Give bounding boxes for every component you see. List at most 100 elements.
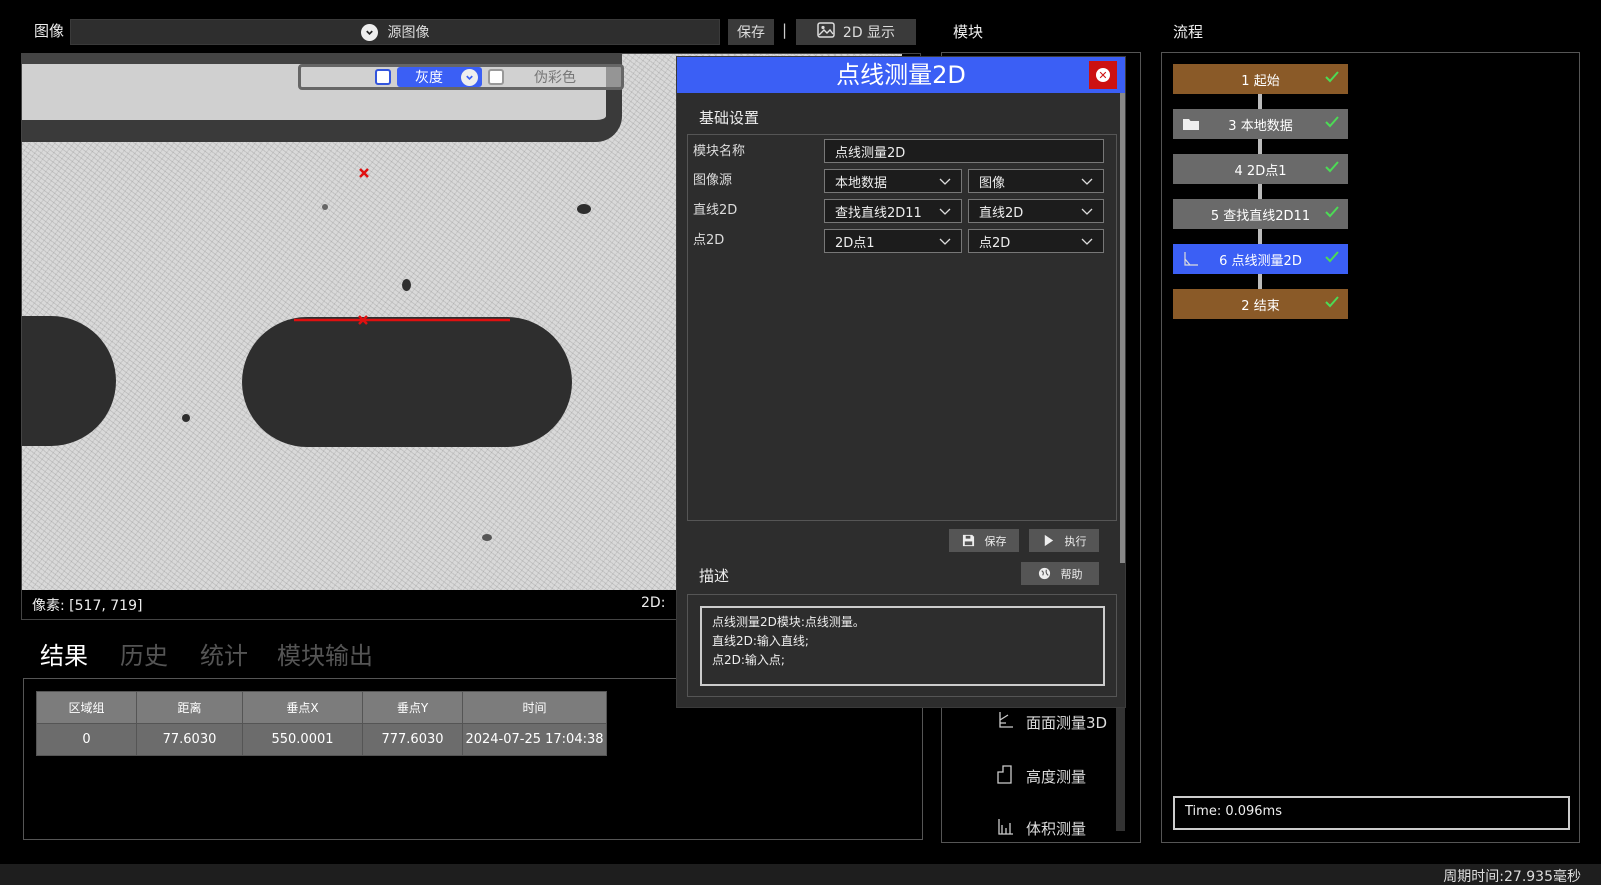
- pseudo-color-checkbox[interactable]: [488, 69, 504, 85]
- gray-mode-select[interactable]: 灰度: [397, 67, 482, 87]
- line-2d-label: 直线2D: [693, 203, 738, 218]
- chevron-down-icon: [1081, 208, 1093, 215]
- module-item-height-measure[interactable]: 高度测量: [994, 763, 1086, 789]
- module-item-label: 高度测量: [1026, 767, 1087, 786]
- chevron-down-icon: [1081, 178, 1093, 185]
- play-icon: [1044, 534, 1053, 547]
- module-panel-title: 模块: [953, 23, 984, 41]
- flow-connector: [1258, 94, 1262, 110]
- dialog-title[interactable]: 点线测量2D: [677, 57, 1125, 93]
- gray-checkbox[interactable]: [375, 69, 391, 85]
- image-source-value: 源图像: [387, 25, 430, 41]
- point-2d-module-select[interactable]: 2D点1: [824, 229, 962, 253]
- table-row[interactable]: 0 77.6030 550.0001 777.6030 2024-07-25 1…: [36, 723, 607, 756]
- column-header: 距离: [136, 691, 243, 724]
- check-icon: [1325, 251, 1339, 263]
- tab-results[interactable]: 结果: [40, 636, 88, 671]
- flow-node-point-line-measure[interactable]: 6 点线测量2D: [1173, 244, 1348, 274]
- gray-mode-label: 灰度: [415, 70, 443, 86]
- select-value: 点2D: [979, 235, 1011, 251]
- save-image-button[interactable]: 保存: [728, 19, 774, 45]
- status-bar: [0, 864, 1601, 885]
- flow-time-readout: Time: 0.096ms: [1173, 796, 1570, 830]
- help-label: 帮助: [1060, 567, 1083, 581]
- tab-history[interactable]: 历史: [120, 636, 168, 671]
- chevron-down-icon: [939, 238, 951, 245]
- chevron-down-icon: [461, 68, 478, 86]
- flow-connector: [1258, 139, 1262, 155]
- flow-node-label: 1 起始: [1241, 73, 1280, 89]
- module-item-label: 体积测量: [1026, 819, 1087, 838]
- module-name-input[interactable]: 点线测量2D: [824, 139, 1104, 163]
- line-2d-module-select[interactable]: 查找直线2D11: [824, 199, 962, 223]
- description-text: 点线测量2D模块:点线测量。 直线2D:输入直线; 点2D:输入点;: [700, 606, 1105, 686]
- module-item-volume-measure[interactable]: 体积测量: [994, 815, 1086, 841]
- table-cell: 777.6030: [362, 723, 463, 756]
- select-value: 图像: [979, 175, 1006, 191]
- dialog-save-label: 保存: [984, 534, 1007, 548]
- select-value: 查找直线2D11: [835, 205, 922, 221]
- flow-panel-title: 流程: [1173, 23, 1204, 41]
- display-mode-button[interactable]: 2D 显示: [796, 19, 916, 45]
- select-value: 2D点1: [835, 235, 875, 251]
- module-name-label: 模块名称: [693, 144, 746, 159]
- check-icon: [1325, 161, 1339, 173]
- flow-node-local-data[interactable]: 3 本地数据: [1173, 109, 1348, 139]
- flow-node-find-line[interactable]: 5 查找直线2D11: [1173, 199, 1348, 229]
- image-source-select[interactable]: 源图像: [70, 19, 720, 45]
- description-line: 直线2D:输入直线;: [712, 634, 809, 648]
- table-cell: 550.0001: [242, 723, 363, 756]
- chevron-down-icon: [360, 23, 378, 41]
- coordinate-readout: 2D:: [641, 595, 666, 611]
- description-line: 点线测量2D模块:点线测量。: [712, 615, 865, 629]
- line-2d-output-select[interactable]: 直线2D: [968, 199, 1104, 223]
- chevron-down-icon: [939, 208, 951, 215]
- pseudo-color-label: 伪彩色: [534, 70, 576, 86]
- view-toolbar: 灰度 伪彩色: [298, 64, 624, 90]
- volume-measure-icon: [994, 815, 1016, 841]
- basic-settings-heading: 基础设置: [699, 109, 760, 127]
- module-item-plane-measure-3d[interactable]: 面面测量3D: [994, 709, 1107, 735]
- image-source-module-select[interactable]: 本地数据: [824, 169, 962, 193]
- flow-connector: [1258, 184, 1262, 200]
- help-button[interactable]: 帮助: [1021, 562, 1099, 585]
- save-icon: [962, 534, 974, 547]
- check-icon: [1325, 206, 1339, 218]
- table-cell: 2024-07-25 17:04:38: [462, 723, 607, 756]
- flow-node-point-2d[interactable]: 4 2D点1: [1173, 154, 1348, 184]
- check-icon: [1325, 296, 1339, 308]
- column-header: 垂点Y: [362, 691, 463, 724]
- dialog-scrollbar[interactable]: [1120, 93, 1125, 563]
- tab-statistics[interactable]: 统计: [200, 636, 248, 671]
- table-header-row: 区域组 距离 垂点X 垂点Y 时间: [36, 691, 607, 724]
- point-2d-label: 点2D: [693, 233, 725, 248]
- flow-connector: [1258, 274, 1262, 290]
- folder-icon: [1183, 119, 1199, 130]
- dialog-save-button[interactable]: 保存: [949, 529, 1019, 552]
- close-icon: ✕: [1096, 68, 1110, 82]
- tab-module-output[interactable]: 模块输出: [277, 636, 373, 671]
- module-item-label: 面面测量3D: [1026, 713, 1108, 732]
- flow-panel: 1 起始 3 本地数据 4 2D点1 5 查找直线2D11 6 点线测量2D 2…: [1161, 52, 1580, 843]
- flow-node-start[interactable]: 1 起始: [1173, 64, 1348, 94]
- close-button[interactable]: ✕: [1089, 61, 1117, 89]
- flow-node-label: 4 2D点1: [1234, 163, 1287, 179]
- point-2d-output-select[interactable]: 点2D: [968, 229, 1104, 253]
- input-point-marker: [359, 168, 369, 178]
- description-heading: 描述: [699, 567, 730, 585]
- plane-measure-icon: [994, 709, 1016, 735]
- cycle-time-readout: 周期时间:27.935毫秒: [1443, 869, 1581, 885]
- height-measure-icon: [994, 763, 1016, 789]
- image-source-output-select[interactable]: 图像: [968, 169, 1104, 193]
- chevron-down-icon: [939, 178, 951, 185]
- check-icon: [1325, 71, 1339, 83]
- description-panel: 点线测量2D模块:点线测量。 直线2D:输入直线; 点2D:输入点;: [687, 594, 1117, 697]
- column-header: 区域组: [36, 691, 137, 724]
- table-cell: 0: [36, 723, 137, 756]
- module-scrollbar[interactable]: [1116, 690, 1125, 831]
- flow-connector: [1258, 229, 1262, 245]
- execute-button[interactable]: 执行: [1029, 529, 1099, 552]
- flow-node-end[interactable]: 2 结束: [1173, 289, 1348, 319]
- check-icon: [1325, 116, 1339, 128]
- chevron-down-icon: [1081, 238, 1093, 245]
